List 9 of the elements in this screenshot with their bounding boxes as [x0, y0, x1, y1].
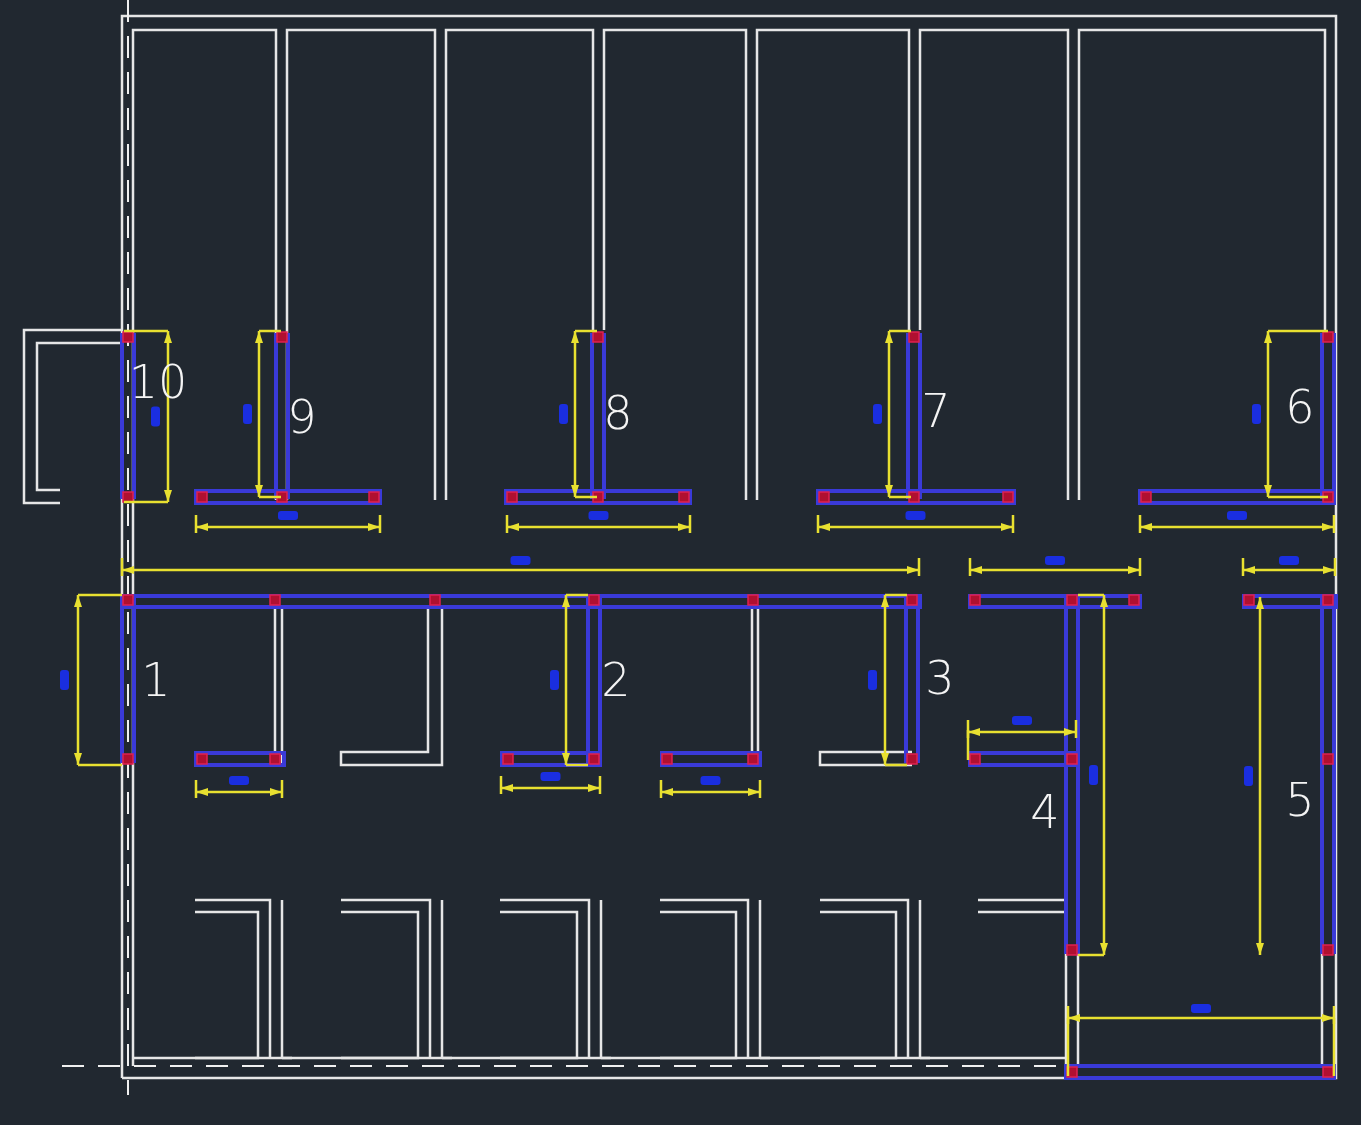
handwritten-number: 3	[925, 651, 955, 705]
handwritten-number: 5	[1285, 773, 1315, 827]
handwritten-number: 2	[601, 653, 631, 707]
handwritten-number: 8	[603, 386, 633, 440]
handwritten-number: 1	[141, 653, 171, 707]
handwritten-number: 6	[1285, 380, 1315, 434]
handwritten-number: 7	[921, 384, 951, 438]
handwritten-number: 9	[287, 390, 317, 444]
handwritten-number: 4	[1030, 785, 1060, 839]
